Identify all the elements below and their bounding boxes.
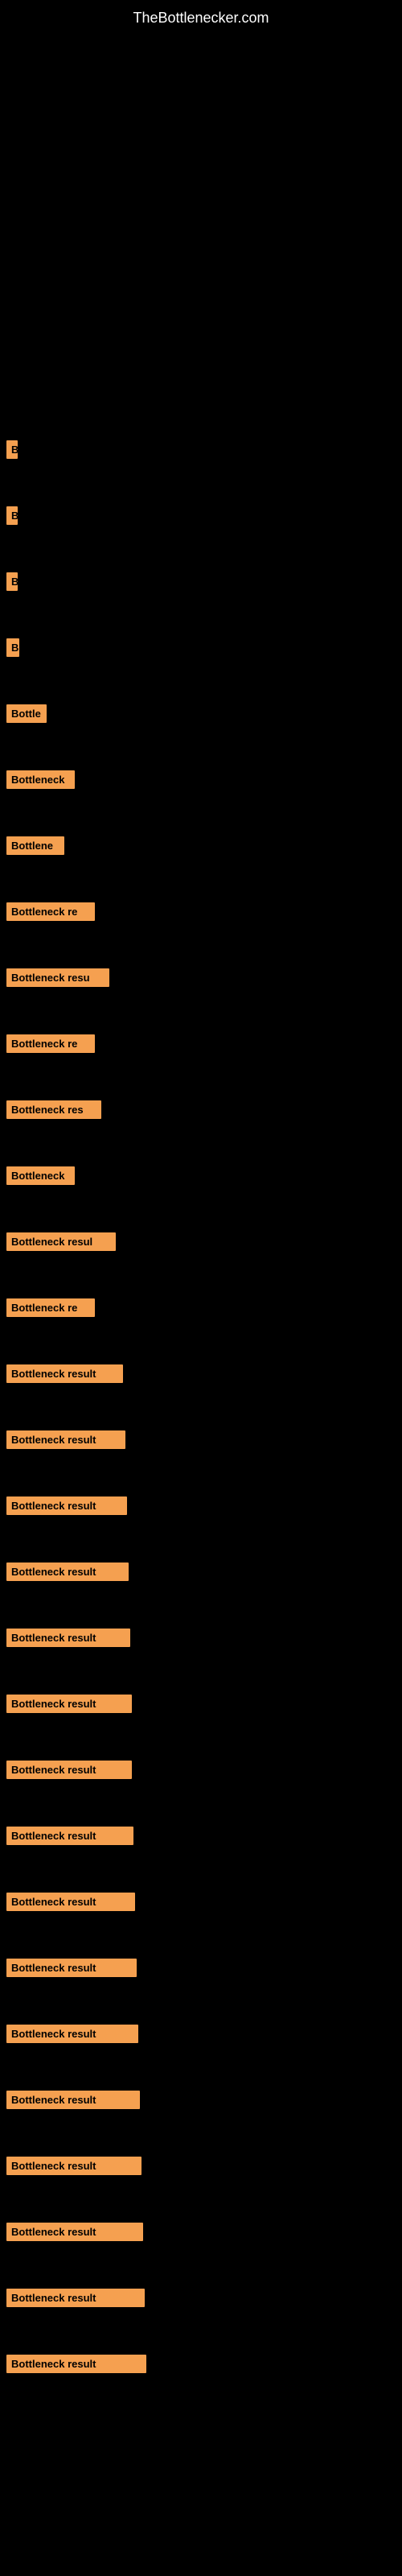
bar-row: Bottle (0, 700, 402, 728)
bar-row: Bottleneck (0, 1162, 402, 1190)
bar-row: Bottleneck result (0, 436, 402, 464)
bar-label: Bottleneck result (6, 1827, 133, 1845)
bar-row: Bottleneck re (0, 1030, 402, 1058)
bar-label: Bottleneck result (6, 1761, 132, 1779)
bar-label: Bottleneck re (6, 1298, 95, 1317)
bar-row: Bottleneck res (0, 1096, 402, 1124)
bar-label: Bottleneck result (6, 1629, 130, 1647)
bar-row: B (0, 502, 402, 530)
bar-row: Bottleneck result (0, 1756, 402, 1784)
bar-row: Bottleneck re (0, 898, 402, 926)
bar-label: Bottleneck res (6, 1100, 101, 1119)
bar-row: Bottleneck result (0, 1690, 402, 1718)
bar-label: Bottleneck (6, 770, 75, 789)
bar-label: B (6, 638, 19, 657)
bar-row: Bottleneck result (0, 2350, 402, 2378)
bar-row: Bottleneck result (0, 1954, 402, 1982)
bar-label: Bottleneck resu (6, 968, 109, 987)
bar-label: Bottleneck resul (6, 1232, 116, 1251)
bar-row: Bottleneck result (0, 1426, 402, 1454)
bar-row: Bottleneck (0, 766, 402, 794)
bar-row: Bottleneck result (0, 2284, 402, 2312)
bar-row: Bottleneck result (0, 2020, 402, 2048)
bar-label: Bottleneck result (6, 2025, 138, 2043)
bar-label: B (6, 572, 18, 591)
bar-label: Bottleneck result (6, 2355, 146, 2373)
bar-row: B (0, 634, 402, 662)
bar-row: Bottleneck re (0, 1294, 402, 1322)
bar-row: Bottleneck resu (0, 964, 402, 992)
bar-row: Bottleneck result (0, 1360, 402, 1388)
bar-label: Bottleneck re (6, 1034, 95, 1053)
bar-row: B (0, 568, 402, 596)
bar-row: Bottleneck result (0, 2086, 402, 2114)
bar-label: Bottleneck result (6, 1430, 125, 1449)
bar-label: Bottleneck result (6, 1364, 123, 1383)
bar-label: Bottleneck re (6, 902, 95, 921)
bar-row: Bottlene (0, 832, 402, 860)
bar-row: Bottleneck result (0, 2218, 402, 2246)
bar-row: Bottleneck result (0, 2152, 402, 2180)
site-title: TheBottlenecker.com (0, 0, 402, 33)
bar-row: Bottleneck result (0, 1492, 402, 1520)
bar-label: Bottleneck result (6, 440, 18, 459)
bars-container: Bottleneck result B B B Bottle Bottleneck Bott… (0, 33, 402, 2378)
bar-label: Bottleneck (6, 1166, 75, 1185)
bar-label: Bottleneck result (6, 1563, 129, 1581)
bar-row: Bottleneck result (0, 1888, 402, 1916)
bar-label: Bottle (6, 704, 47, 723)
bar-label: Bottlene (6, 836, 64, 855)
bar-label: Bottleneck result (6, 2091, 140, 2109)
bar-label: Bottleneck result (6, 1496, 127, 1515)
bar-label: Bottleneck result (6, 2157, 142, 2175)
bar-row: Bottleneck resul (0, 1228, 402, 1256)
bar-label: Bottleneck result (6, 1959, 137, 1977)
bar-row: Bottleneck result (0, 1822, 402, 1850)
bar-row: Bottleneck result (0, 1558, 402, 1586)
bar-label: Bottleneck result (6, 2223, 143, 2241)
bar-label: Bottleneck result (6, 1695, 132, 1713)
bar-label: B (6, 506, 18, 525)
bar-label: Bottleneck result (6, 1893, 135, 1911)
bar-label: Bottleneck result (6, 2289, 145, 2307)
bar-row: Bottleneck result (0, 1624, 402, 1652)
